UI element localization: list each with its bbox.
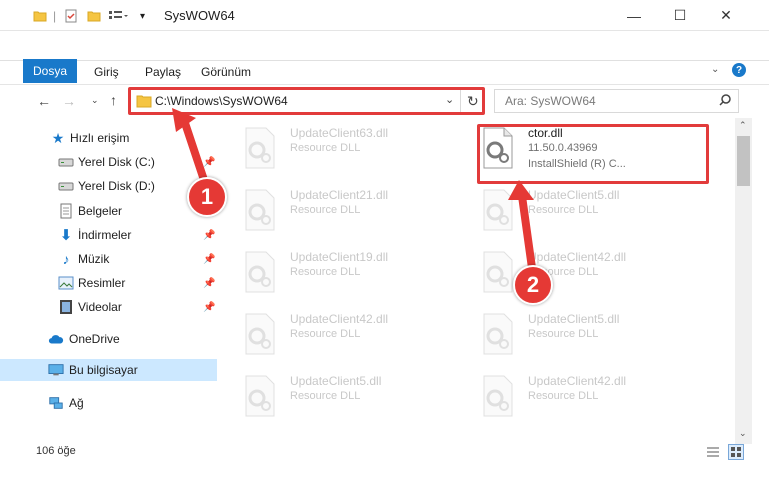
annotation-arrows (172, 108, 536, 272)
step-badge-2: 2 (513, 265, 553, 305)
step-badge-1: 1 (187, 177, 227, 217)
